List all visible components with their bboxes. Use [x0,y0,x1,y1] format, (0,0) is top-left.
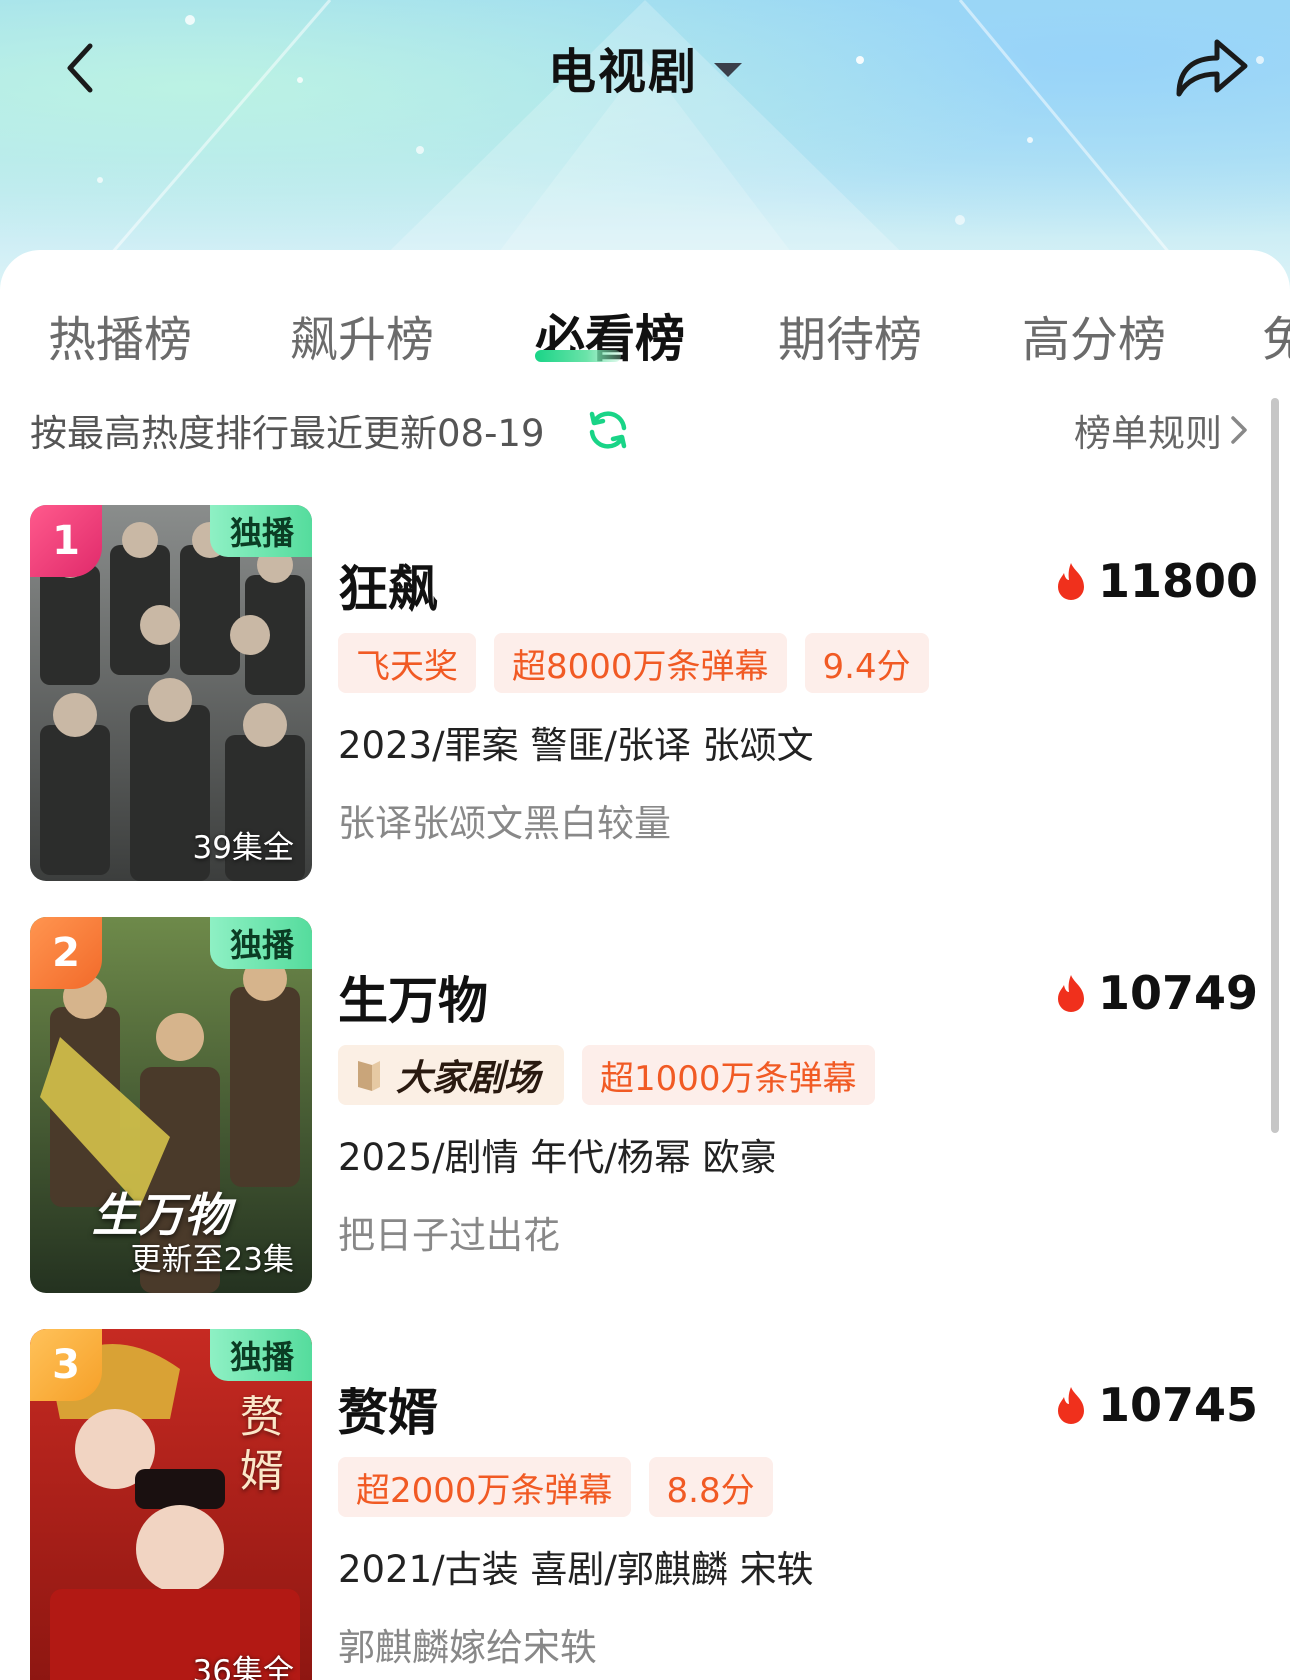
refresh-icon[interactable] [584,406,632,454]
tab-must-watch[interactable]: 必看榜 [535,290,685,380]
episode-count: 更新至23集 [130,1242,294,1278]
show-description: 把日子过出花 [338,1214,560,1257]
ranking-rules-label: 榜单规则 [1074,412,1222,455]
ranking-rules-link[interactable]: 榜单规则 [1074,400,1250,460]
heat-value: 10745 [1097,1378,1258,1432]
page-title[interactable]: 电视剧 [548,32,698,102]
active-tab-indicator [535,350,621,362]
flame-icon [1057,563,1084,600]
poster-image[interactable]: 2 独播 生万物 更新至23集 [30,917,312,1293]
tag-list: 飞天奖 超8000万条弹幕 9.4分 [338,633,929,693]
flame-icon [1057,975,1084,1012]
tab-hot[interactable]: 热播榜 [48,290,192,380]
chevron-right-icon [1231,416,1247,444]
content-card: 热播榜 飙升榜 必看榜 期待榜 高分榜 免 按最高热度排行最近更新08-19 榜… [0,250,1290,1680]
tab-high-score[interactable]: 高分榜 [1022,290,1166,380]
heat-score: 11800 [1054,549,1258,613]
caret-down-icon [714,63,742,77]
heat-score: 10749 [1054,961,1258,1025]
tag-score: 9.4分 [804,633,929,693]
show-title[interactable]: 赘婿 [338,1373,438,1445]
list-item[interactable]: 3 独播 赘婿 36集全 赘婿 10745 超2000万条弹幕 8.8分 202… [0,1329,1290,1680]
tag-award: 飞天奖 [338,633,476,693]
show-description: 郭麒麟嫁给宋轶 [338,1626,597,1669]
ranking-info-bar: 按最高热度排行最近更新08-19 榜单规则 [0,400,1290,460]
book-icon [358,1061,380,1091]
flame-icon [1057,1387,1084,1424]
tab-free[interactable]: 免 [1262,290,1290,380]
tag-danmaku: 超2000万条弹幕 [338,1457,631,1517]
tab-rising[interactable]: 飙升榜 [290,290,434,380]
show-meta: 2021/古装 喜剧/郭麒麟 宋轶 [338,1548,814,1591]
tag-list: 大家剧场 超1000万条弹幕 [338,1045,875,1105]
tag-danmaku: 超8000万条弹幕 [494,633,787,693]
exclusive-badge: 独播 [209,505,312,557]
show-title[interactable]: 生万物 [338,961,488,1033]
sort-description: 按最高热度排行最近更新08-19 [30,412,545,455]
exclusive-badge: 独播 [209,917,312,969]
list-item[interactable]: 1 独播 39集全 狂飙 11800 飞天奖 超8000万条弹幕 9.4分 20… [0,505,1290,885]
tab-bar: 热播榜 飙升榜 必看榜 期待榜 高分榜 免 [0,290,1290,380]
brand-theater-label: 大家剧场 [396,1057,541,1099]
heat-value: 10749 [1097,966,1258,1020]
show-title[interactable]: 狂飙 [338,549,438,621]
rank-badge: 1 [30,505,102,577]
show-description: 张译张颂文黑白较量 [338,802,671,845]
list-item[interactable]: 2 独播 生万物 更新至23集 生万物 10749 大家剧场 超1000万条弹幕… [0,917,1290,1297]
header-banner: 电视剧 [0,0,1290,290]
poster-logo: 赘婿 [240,1392,284,1497]
episode-count: 36集全 [192,1654,294,1680]
show-meta: 2025/剧情 年代/杨幂 欧豪 [338,1136,777,1179]
episode-count: 39集全 [192,830,294,866]
share-button[interactable] [1168,28,1254,106]
tab-anticipated[interactable]: 期待榜 [778,290,922,380]
share-icon [1176,39,1248,97]
tag-score: 8.8分 [648,1457,773,1517]
rank-badge: 2 [30,917,102,989]
tag-brand-theater: 大家剧场 [338,1045,565,1105]
poster-image[interactable]: 3 独播 赘婿 36集全 [30,1329,312,1680]
poster-image[interactable]: 1 独播 39集全 [30,505,312,881]
channel-selector[interactable]: 电视剧 [0,30,1290,104]
heat-value: 11800 [1097,554,1258,608]
exclusive-badge: 独播 [209,1329,312,1381]
show-meta: 2023/罪案 警匪/张译 张颂文 [338,724,814,767]
tag-danmaku: 超1000万条弹幕 [582,1045,875,1105]
heat-score: 10745 [1054,1373,1258,1437]
rank-badge: 3 [30,1329,102,1401]
tag-list: 超2000万条弹幕 8.8分 [338,1457,773,1517]
